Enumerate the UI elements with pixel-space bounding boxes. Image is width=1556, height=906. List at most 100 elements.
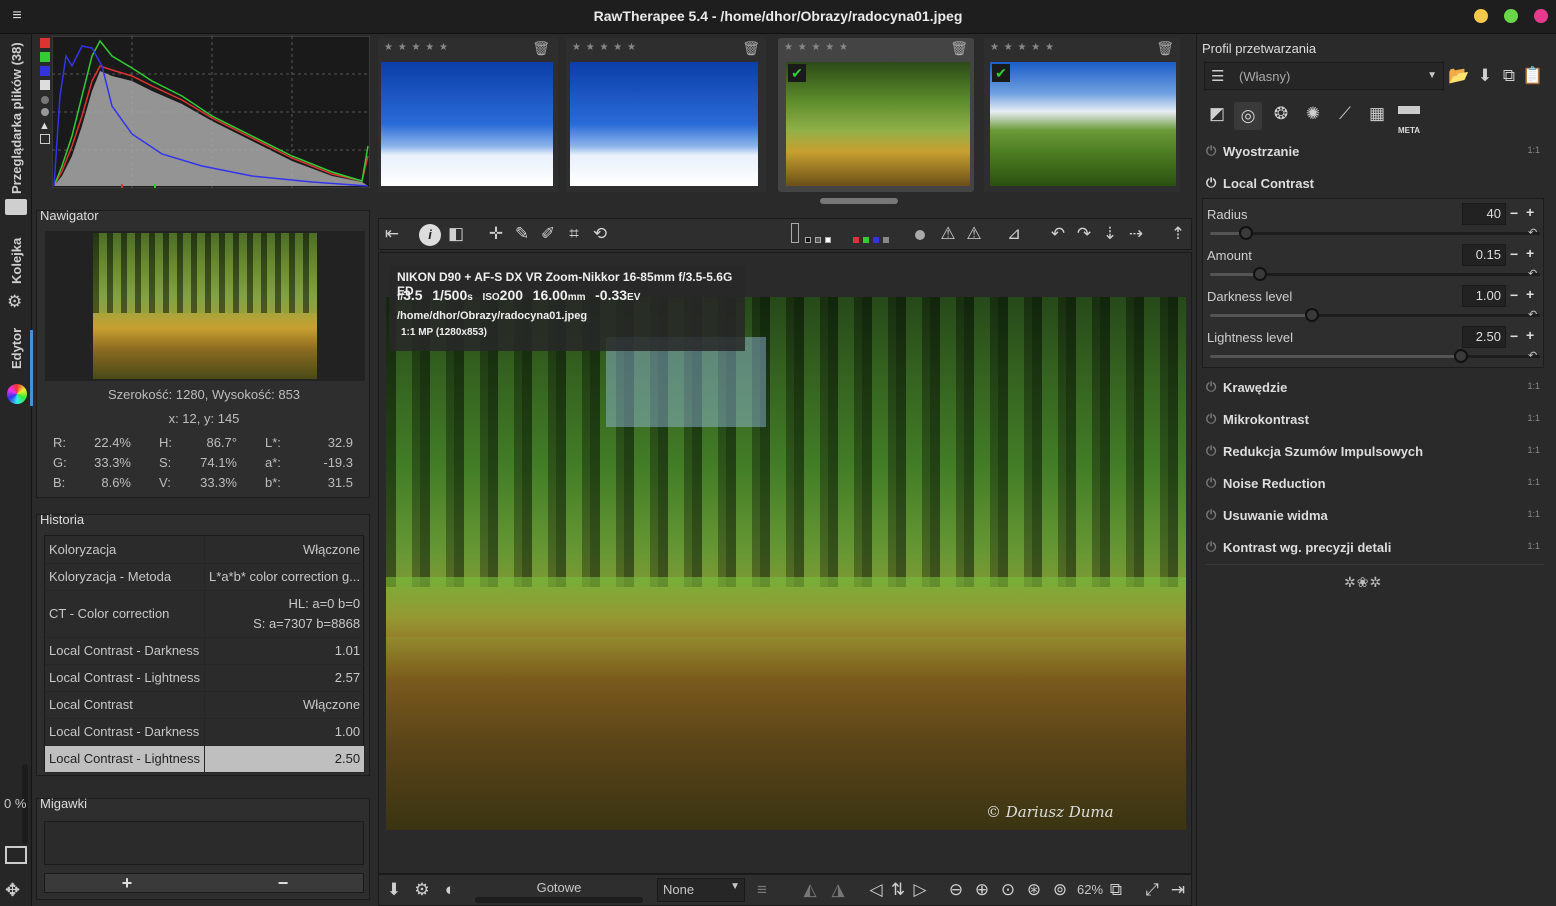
thumbnail[interactable]: ★ ★ ★ ★ ★ 🗑 ✔ bbox=[984, 38, 1180, 192]
preview-select[interactable]: None ▼ bbox=[657, 878, 745, 902]
tool-local-contrast[interactable]: ⏻ Local Contrast bbox=[1206, 171, 1544, 197]
zoom-out-icon[interactable]: ⊖ bbox=[945, 880, 967, 900]
history-row[interactable]: Koloryzacja Włączone bbox=[45, 536, 366, 564]
raw-toggle[interactable] bbox=[41, 108, 49, 116]
history-row[interactable]: Local Contrast - Darkness 1.00 bbox=[45, 718, 366, 746]
tool-microcontrast[interactable]: ⏻ Mikrokontrast 1:1 bbox=[1206, 407, 1544, 433]
history-row[interactable]: Local Contrast - Darkness 1.01 bbox=[45, 637, 366, 665]
filmstrip-toggle-icon[interactable] bbox=[5, 846, 27, 864]
rotate-right-icon[interactable]: ↷ bbox=[1073, 224, 1095, 244]
bar-toggle-icon[interactable]: ▲ bbox=[39, 120, 50, 132]
reset-icon[interactable]: ↶ bbox=[1528, 267, 1537, 280]
close-button[interactable] bbox=[1534, 9, 1548, 23]
tool-contrast-by-detail[interactable]: ⏻ Kontrast wg. precyzji detali 1:1 bbox=[1206, 535, 1544, 561]
advanced-tab-icon[interactable]: ✺ bbox=[1302, 104, 1324, 124]
exposure-tab-icon[interactable]: ◩ bbox=[1206, 104, 1228, 124]
power-icon-on[interactable]: ⏻ bbox=[1206, 175, 1216, 191]
amount-slider[interactable] bbox=[1210, 267, 1540, 281]
rating-stars[interactable]: ★ ★ ★ ★ ★ bbox=[990, 42, 1055, 53]
rotate-icon[interactable]: ⊿ bbox=[1003, 224, 1025, 244]
straighten-icon[interactable]: ⟲ bbox=[589, 224, 611, 244]
color-picker-icon[interactable]: ✐ bbox=[537, 224, 559, 244]
power-icon[interactable]: ⏻ bbox=[1206, 539, 1216, 555]
trash-icon[interactable]: 🗑 bbox=[1156, 40, 1174, 57]
rating-stars[interactable]: ★ ★ ★ ★ ★ bbox=[784, 42, 849, 53]
bg-white[interactable] bbox=[825, 237, 831, 243]
increment-button[interactable]: + bbox=[1526, 245, 1534, 261]
transform-tab-icon[interactable]: ⟋ bbox=[1334, 104, 1356, 124]
move-icon[interactable]: ✥ bbox=[5, 880, 20, 901]
green-channel-toggle[interactable] bbox=[40, 52, 50, 62]
thumbnail[interactable]: ★ ★ ★ ★ ★ 🗑 bbox=[378, 38, 558, 192]
decrement-button[interactable]: − bbox=[1510, 287, 1518, 303]
radius-slider[interactable] bbox=[1210, 226, 1540, 240]
increment-button[interactable]: + bbox=[1526, 286, 1534, 302]
thumbnail-selected[interactable]: ★ ★ ★ ★ ★ 🗑 ✔ bbox=[778, 38, 974, 192]
fullscreen-icon[interactable]: ⤢ bbox=[1141, 880, 1163, 900]
before-after-icon[interactable]: ◧ bbox=[445, 224, 467, 244]
sync-icon[interactable]: ⇅ bbox=[887, 880, 909, 900]
raw-tab-icon[interactable]: ▦ bbox=[1366, 104, 1388, 124]
trash-icon[interactable]: 🗑 bbox=[742, 40, 760, 57]
history-row[interactable]: CT - Color correction HL: a=0 b=0 S: a=730… bbox=[45, 590, 366, 638]
next-image-icon[interactable]: ◮ bbox=[827, 880, 849, 900]
filmstrip-scrollbar[interactable] bbox=[820, 198, 898, 204]
green-channel-preview[interactable] bbox=[863, 237, 869, 243]
copy-profile-icon[interactable]: ⧉ bbox=[1498, 66, 1520, 86]
zoom-crop-icon[interactable]: ⊛ bbox=[1023, 880, 1045, 900]
rating-stars[interactable]: ★ ★ ★ ★ ★ bbox=[572, 42, 637, 53]
decrement-button[interactable]: − bbox=[1510, 246, 1518, 262]
profile-select[interactable]: ☰ (Własny) ▼ bbox=[1204, 62, 1444, 90]
paste-profile-icon[interactable]: 📋 bbox=[1522, 66, 1544, 86]
luminance-toggle[interactable] bbox=[40, 80, 50, 90]
image-viewport[interactable]: © Dariusz Duma NIKON D90 + AF-S DX VR Zo… bbox=[378, 252, 1192, 874]
navigator-preview[interactable] bbox=[93, 233, 317, 379]
power-icon[interactable]: ⏻ bbox=[1206, 507, 1216, 523]
shadow-clipping-icon[interactable]: ⚠ bbox=[937, 224, 959, 244]
main-photo[interactable]: © Dariusz Duma bbox=[386, 297, 1186, 830]
decrement-button[interactable]: − bbox=[1510, 205, 1518, 221]
tool-impulse-noise[interactable]: ⏻ Redukcja Szumów Impulsowych 1:1 bbox=[1206, 439, 1544, 465]
zoom-fit-icon[interactable]: ⊙ bbox=[997, 880, 1019, 900]
flip-vertical-icon[interactable]: ⇣ bbox=[1099, 224, 1121, 244]
save-icon[interactable]: ⬇ bbox=[383, 880, 405, 900]
external-editor-icon[interactable]: ◐ bbox=[439, 880, 461, 900]
increment-button[interactable]: + bbox=[1526, 204, 1534, 220]
decrement-button[interactable]: − bbox=[1510, 328, 1518, 344]
crop-icon[interactable]: ⌗ bbox=[563, 224, 585, 244]
rating-stars[interactable]: ★ ★ ★ ★ ★ bbox=[384, 42, 449, 53]
lightness-value[interactable]: 2.50 bbox=[1462, 326, 1506, 348]
hide-top-panel-icon[interactable]: ⇡ bbox=[1167, 224, 1189, 244]
forward-icon[interactable]: ▷ bbox=[909, 880, 931, 900]
thumbnail[interactable]: ★ ★ ★ ★ ★ 🗑 bbox=[566, 38, 766, 192]
details-tab-icon[interactable]: ◎ bbox=[1237, 106, 1259, 126]
maximize-button[interactable] bbox=[1504, 9, 1518, 23]
power-icon[interactable]: ⏻ bbox=[1206, 475, 1216, 491]
queue-icon[interactable]: ⚙ bbox=[411, 880, 433, 900]
luminance-preview[interactable] bbox=[883, 237, 889, 243]
tool-edges[interactable]: ⏻ Krawędzie 1:1 bbox=[1206, 375, 1544, 401]
trash-icon[interactable]: 🗑 bbox=[950, 40, 968, 57]
history-row-selected[interactable]: Local Contrast - Lightness 2.50 bbox=[45, 745, 366, 773]
red-channel-preview[interactable] bbox=[853, 237, 859, 243]
load-profile-icon[interactable]: 📂 bbox=[1448, 66, 1470, 86]
preview-bg-icon[interactable] bbox=[791, 223, 799, 243]
save-profile-icon[interactable]: ⬇ bbox=[1474, 66, 1496, 86]
metadata-tab-icon[interactable]: META bbox=[1398, 106, 1420, 135]
color-tab-icon[interactable]: ❂ bbox=[1270, 104, 1292, 124]
chroma-toggle[interactable] bbox=[41, 96, 49, 104]
reset-icon[interactable]: ↶ bbox=[1528, 349, 1537, 362]
trash-icon[interactable]: 🗑 bbox=[532, 40, 550, 57]
hide-left-panel-icon[interactable]: ⇤ bbox=[381, 224, 403, 244]
amount-value[interactable]: 0.15 bbox=[1462, 244, 1506, 266]
zoom-100-icon[interactable]: ⊚ bbox=[1049, 880, 1071, 900]
tool-sharpening[interactable]: ⏻ Wyostrzanie 1:1 bbox=[1206, 139, 1544, 165]
info-icon[interactable]: i bbox=[419, 224, 441, 246]
reset-icon[interactable]: ↶ bbox=[1528, 226, 1537, 239]
history-row[interactable]: Local Contrast Włączone bbox=[45, 691, 366, 719]
add-snapshot-button[interactable]: + bbox=[117, 873, 137, 894]
white-balance-picker-icon[interactable]: ✎ bbox=[511, 224, 533, 244]
hide-right-panel-icon[interactable]: ⇥ bbox=[1167, 880, 1189, 900]
lightness-slider-knob[interactable] bbox=[1453, 349, 1468, 363]
power-icon[interactable]: ⏻ bbox=[1206, 411, 1216, 427]
